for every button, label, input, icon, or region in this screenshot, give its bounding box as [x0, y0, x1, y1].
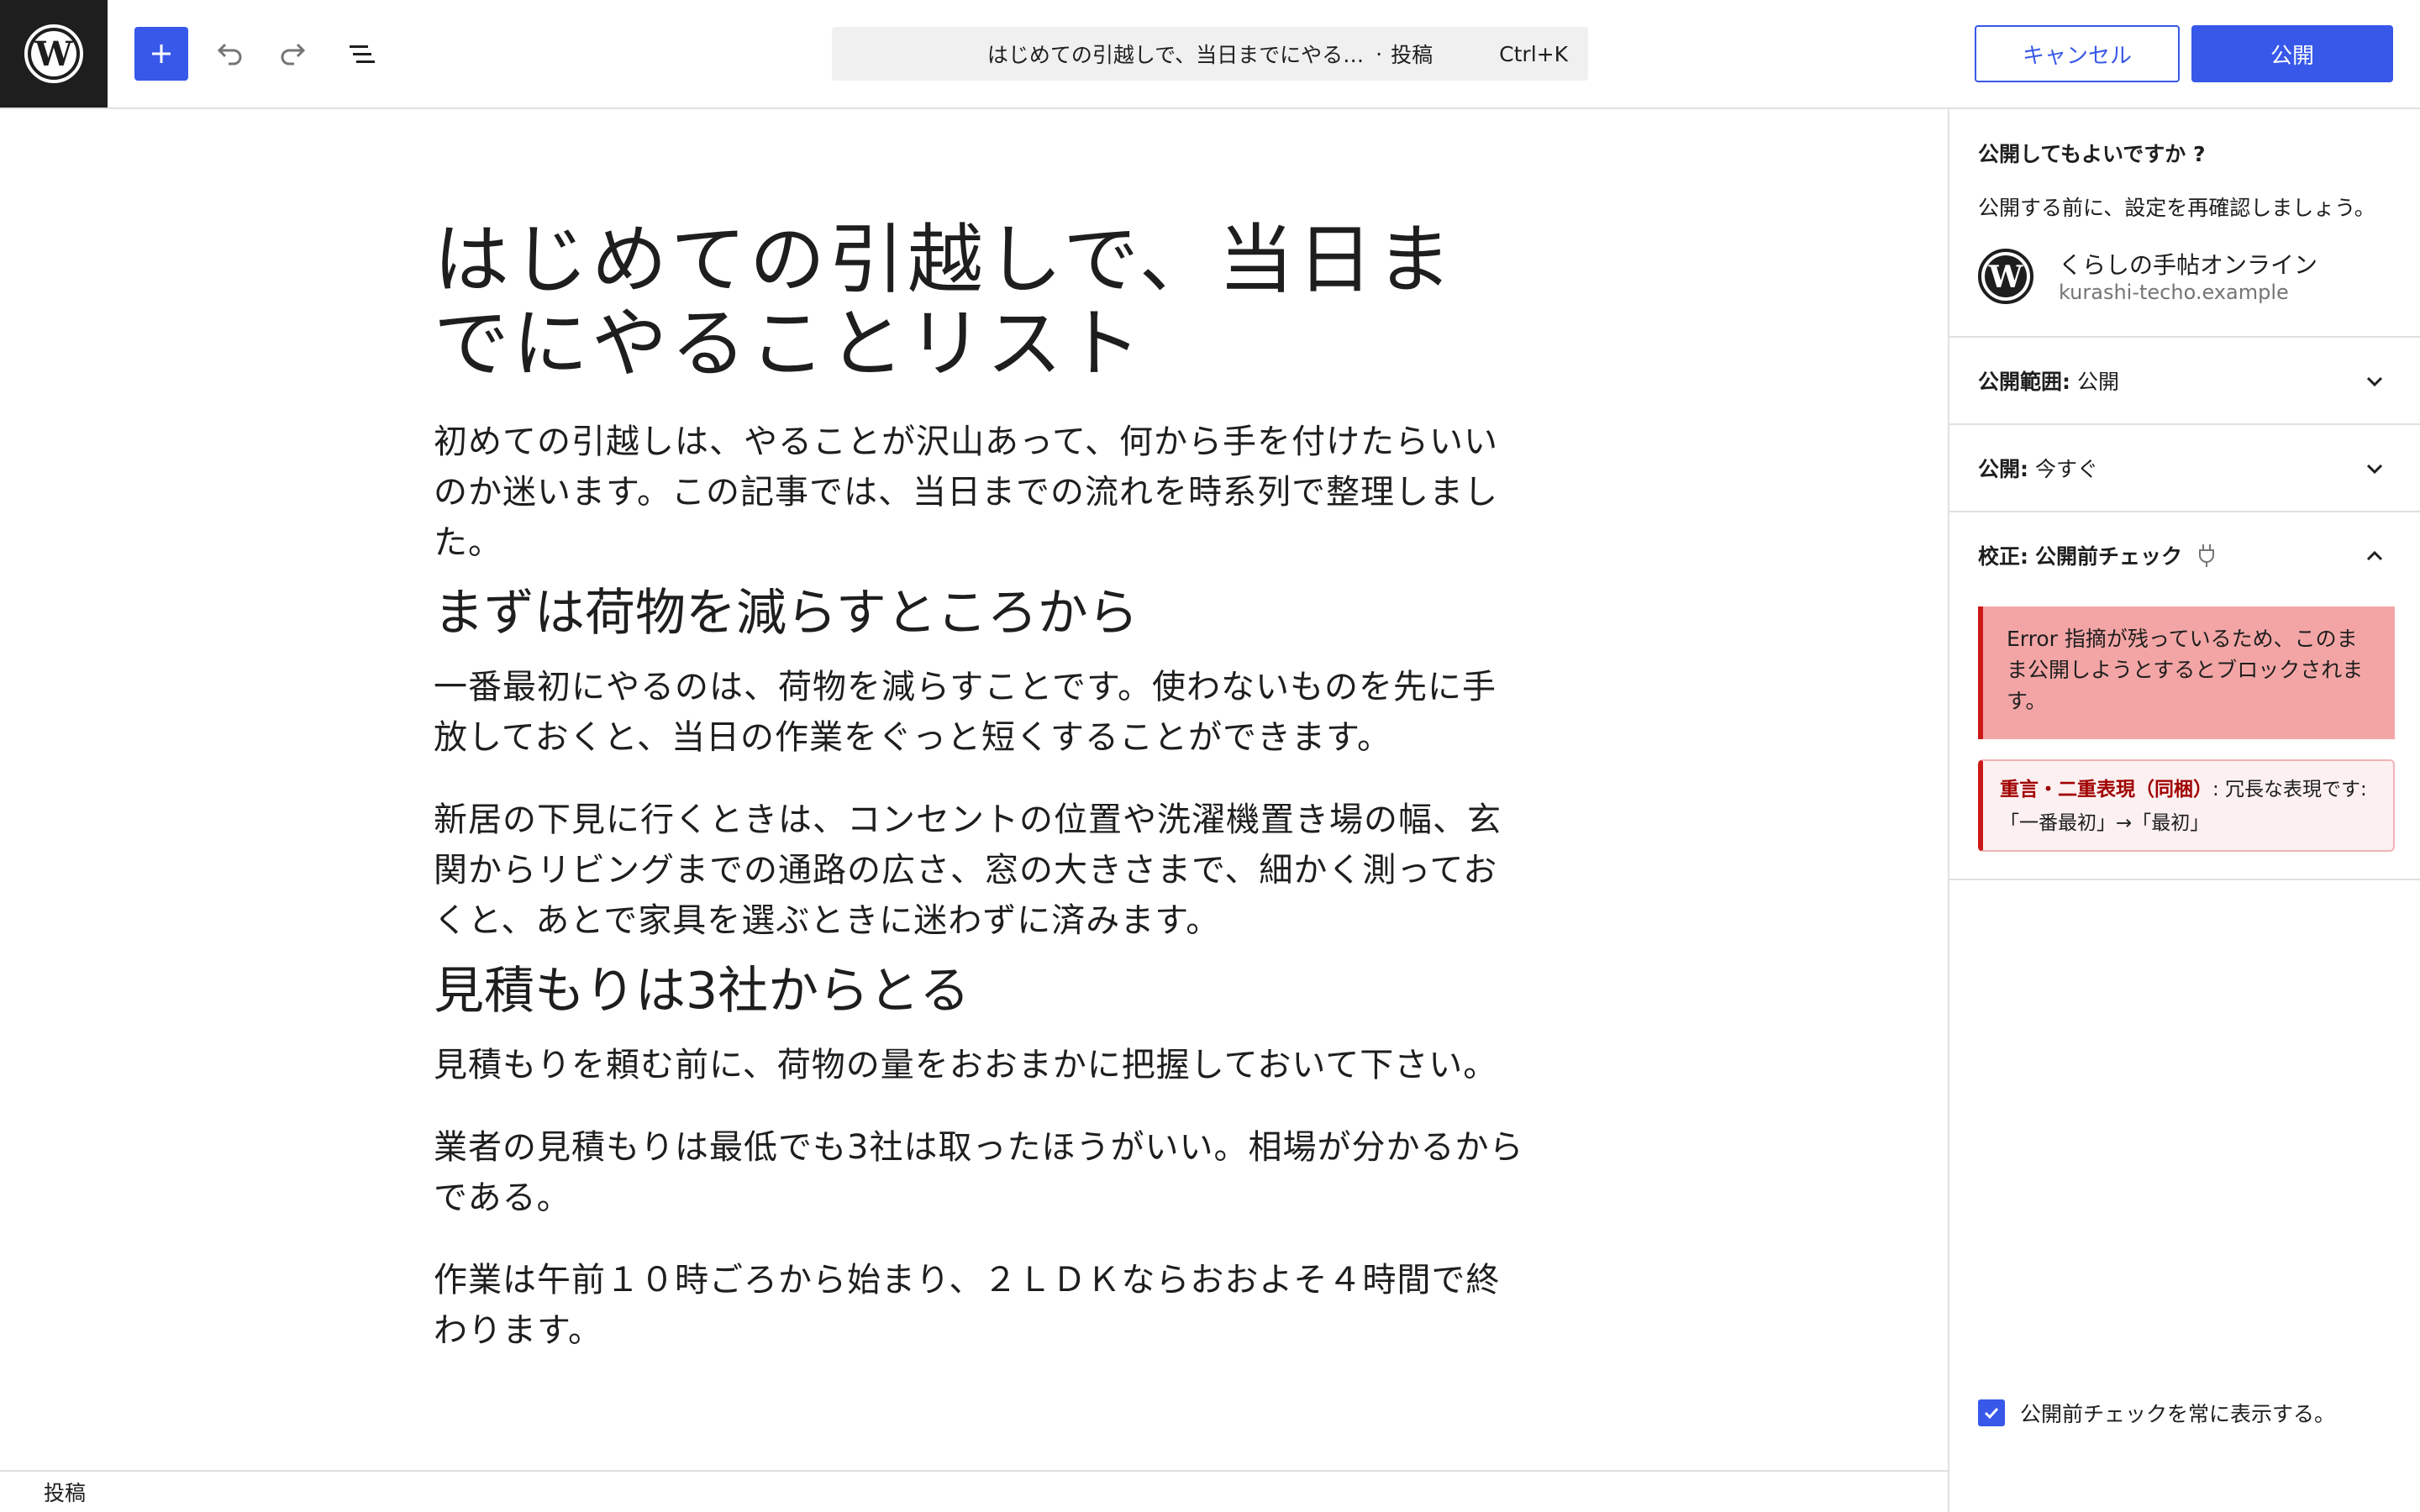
paragraph-block[interactable]: 作業は午前１０時ごろから始まり、２ＬＤＫならおおよそ４時間で終わります。 [434, 1255, 1526, 1356]
prepublish-panel: 公開してもよいですか ? 公開する前に、設定を再確認しましょう。 W くらしの手… [1948, 109, 2420, 1512]
always-show-checkbox-row[interactable]: 公開前チェックを常に表示する。 [1978, 1398, 2335, 1428]
post-title[interactable]: はじめての引越しで、当日までにやることリスト [434, 218, 1526, 386]
chevron-down-icon [2366, 464, 2383, 475]
chevron-up-icon [2366, 550, 2383, 561]
prepublish-title: 公開してもよいですか ? [1978, 142, 2206, 166]
publish-date-label: 公開: [1978, 457, 2028, 481]
command-shortcut: Ctrl+K [1499, 41, 1568, 66]
wordpress-logo-button[interactable]: W [0, 0, 108, 108]
wordpress-site-icon: W [1978, 249, 2033, 304]
paragraph-block[interactable]: 見積もりを頼む前に、荷物の量をおおまかに把握しておいて下さい。 [434, 1040, 1526, 1090]
publish-date-panel-toggle[interactable]: 公開: 今すぐ [1949, 423, 2420, 511]
paragraph-block[interactable]: 新居の下見に行くときは、コンセントの位置や洗濯機置き場の幅、玄関からリビングまで… [434, 795, 1526, 946]
visibility-value: 公開 [2077, 370, 2120, 394]
prepublish-intro: 公開する前に、設定を再確認しましょう。 [1978, 196, 2375, 220]
publish-date-value: 今すぐ [2035, 457, 2099, 481]
title-separator: · [1376, 41, 1383, 66]
block-breadcrumb: 投稿 [0, 1470, 1948, 1512]
list-view-button[interactable] [334, 27, 388, 81]
editor-canvas: はじめての引越しで、当日までにやることリスト 初めての引越しは、やることが沢山あ… [0, 109, 1948, 1470]
cancel-button[interactable]: キャンセル [1975, 25, 2180, 82]
document-title-text: はじめての引越しで、当日までにやる… [986, 43, 1365, 67]
block-inserter-button[interactable] [134, 27, 188, 81]
undo-button[interactable] [202, 27, 255, 81]
proofread-issue-card[interactable]: 重言・二重表現（同梱）: 冗長な表現です:「一番最初」→「最初」 [1978, 759, 2395, 852]
visibility-panel-toggle[interactable]: 公開範囲: 公開 [1949, 336, 2420, 423]
site-url: kurashi-techo.example [2059, 281, 2289, 304]
chevron-down-icon [2366, 376, 2383, 387]
plug-icon [2199, 544, 2215, 567]
always-show-label: 公開前チェックを常に表示する。 [2020, 1402, 2336, 1426]
document-title: はじめての引越しで、当日までにやる… · 投稿 [832, 27, 1588, 81]
redo-icon [281, 43, 306, 66]
editor-header: W はじめての引越しで、当日までにやる… · 投稿 Ctrl+K キャンセル 公… [0, 0, 2420, 109]
command-palette-bar[interactable]: はじめての引越しで、当日までにやる… · 投稿 Ctrl+K [832, 27, 1588, 81]
heading-block[interactable]: 見積もりは3社からとる [434, 958, 1526, 1025]
visibility-label: 公開範囲: [1978, 370, 2070, 394]
error-notice: Error 指摘が残っているため、このまま公開しようとするとブロックされます。 [1978, 606, 2395, 739]
svg-text:W: W [1988, 260, 2023, 295]
proofread-value: 公開前チェック [2035, 544, 2183, 569]
publish-button[interactable]: 公開 [2191, 25, 2393, 82]
always-show-checkbox[interactable] [1978, 1399, 2005, 1426]
proofread-panel-toggle[interactable]: 校正: 公開前チェック [1949, 511, 2420, 598]
heading-block[interactable]: まずは荷物を減らすところから [434, 580, 1526, 647]
svg-text:W: W [34, 34, 74, 74]
wordpress-logo-icon: W [24, 24, 83, 83]
list-view-icon [350, 45, 375, 63]
redo-button[interactable] [267, 27, 321, 81]
issue-type: 重言・二重表現（同梱） [2000, 779, 2212, 801]
paragraph-block[interactable]: 業者の見積もりは最低でも3社は取ったほうがいい。相場が分かるからである。 [434, 1122, 1526, 1223]
undo-icon [217, 43, 242, 66]
paragraph-block[interactable]: 一番最初にやるのは、荷物を減らすことです。使わないものを先に手放しておくと、当日… [434, 662, 1526, 763]
paragraph-block[interactable]: 初めての引越しは、やることが沢山あって、何から手を付けたらいいのか迷います。この… [434, 417, 1526, 568]
site-name: くらしの手帖オンライン [2059, 251, 2318, 279]
breadcrumb-item[interactable]: 投稿 [44, 1477, 86, 1507]
panel-divider [1949, 879, 2420, 880]
post-type-label: 投稿 [1391, 43, 1434, 67]
checkmark-icon [1984, 1407, 1999, 1420]
plus-icon [152, 45, 171, 63]
post-content: はじめての引越しで、当日までにやることリスト 初めての引越しは、やることが沢山あ… [434, 218, 1526, 1356]
proofread-label: 校正: [1978, 544, 2028, 569]
